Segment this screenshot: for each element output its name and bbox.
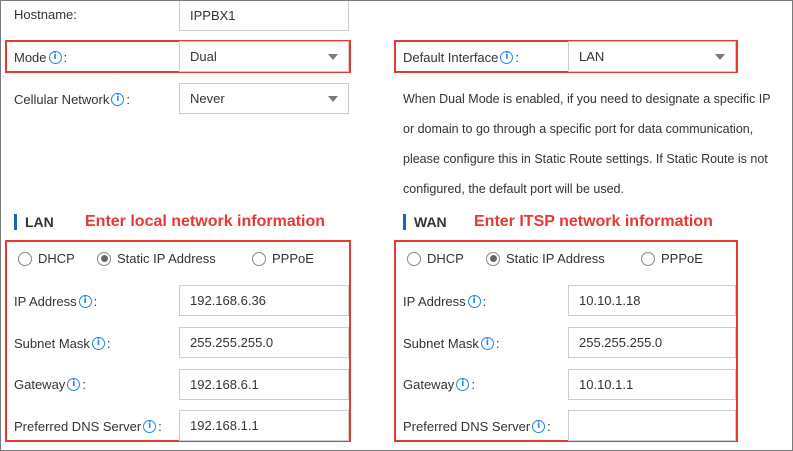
radio-button-selected[interactable] <box>486 251 500 266</box>
mode-select[interactable]: Dual <box>179 41 349 72</box>
hostname-label: Hostname: <box>14 7 77 22</box>
cellular-network-label: Cellular Network i : <box>14 92 130 107</box>
lan-gateway-label: Gateway i: <box>14 377 86 392</box>
chevron-down-icon <box>328 54 338 60</box>
radio-button[interactable] <box>252 251 266 266</box>
info-icon[interactable]: i <box>143 420 157 433</box>
lan-ip-label: IP Address i: <box>14 294 98 309</box>
radio-button[interactable] <box>407 251 421 266</box>
lan-subnet-label: Subnet Mask i: <box>14 336 111 351</box>
mode-label: Mode i : <box>14 50 68 65</box>
default-interface-select[interactable]: LAN <box>568 41 736 72</box>
lan-dns-label: Preferred DNS Server i: <box>14 419 162 434</box>
info-icon[interactable]: i <box>532 420 546 433</box>
lan-radio-pppoe[interactable]: PPPoE <box>252 251 314 266</box>
info-icon[interactable]: i <box>91 337 105 350</box>
wan-radio-pppoe[interactable]: PPPoE <box>641 251 703 266</box>
wan-ip-field[interactable]: 10.10.1.18 <box>568 285 736 316</box>
wan-gateway-label: Gateway i: <box>403 377 475 392</box>
wan-section-title: WAN <box>403 214 447 230</box>
hostname-field[interactable]: IPPBX1 <box>179 0 349 31</box>
radio-button-selected[interactable] <box>97 251 111 266</box>
wan-dns-label: Preferred DNS Server i: <box>403 419 551 434</box>
radio-button[interactable] <box>18 251 32 266</box>
lan-subnet-field[interactable]: 255.255.255.0 <box>179 327 349 358</box>
lan-radio-static[interactable]: Static IP Address <box>97 251 216 266</box>
section-bar <box>14 214 17 230</box>
info-icon[interactable]: i <box>48 51 62 64</box>
wan-gateway-field[interactable]: 10.10.1.1 <box>568 369 736 400</box>
wan-annotation: Enter ITSP network information <box>474 213 713 230</box>
lan-radio-dhcp[interactable]: DHCP <box>18 251 75 266</box>
lan-annotation: Enter local network information <box>85 213 326 230</box>
wan-subnet-field[interactable]: 255.255.255.0 <box>568 327 736 358</box>
cellular-network-select[interactable]: Never <box>179 83 349 114</box>
wan-radio-static[interactable]: Static IP Address <box>486 251 605 266</box>
lan-ip-field[interactable]: 192.168.6.36 <box>179 285 349 316</box>
wan-radio-dhcp[interactable]: DHCP <box>407 251 464 266</box>
info-icon[interactable]: i <box>480 337 494 350</box>
wan-dns-field[interactable] <box>568 410 736 441</box>
chevron-down-icon <box>328 96 338 102</box>
info-icon[interactable]: i <box>467 295 481 308</box>
default-interface-label: Default Interface i : <box>403 50 520 65</box>
chevron-down-icon <box>715 54 725 60</box>
info-icon[interactable]: i <box>500 51 514 64</box>
wan-subnet-label: Subnet Mask i: <box>403 336 500 351</box>
lan-section-title: LAN <box>14 214 54 230</box>
info-icon[interactable]: i <box>67 378 81 391</box>
info-icon[interactable]: i <box>111 93 125 106</box>
info-icon[interactable]: i <box>456 378 470 391</box>
lan-gateway-field[interactable]: 192.168.6.1 <box>179 369 349 400</box>
wan-ip-label: IP Address i: <box>403 294 487 309</box>
lan-dns-field[interactable]: 192.168.1.1 <box>179 410 349 441</box>
section-bar <box>403 214 406 230</box>
info-icon[interactable]: i <box>78 295 92 308</box>
radio-button[interactable] <box>641 251 655 266</box>
dual-mode-note: When Dual Mode is enabled, if you need t… <box>403 92 771 196</box>
